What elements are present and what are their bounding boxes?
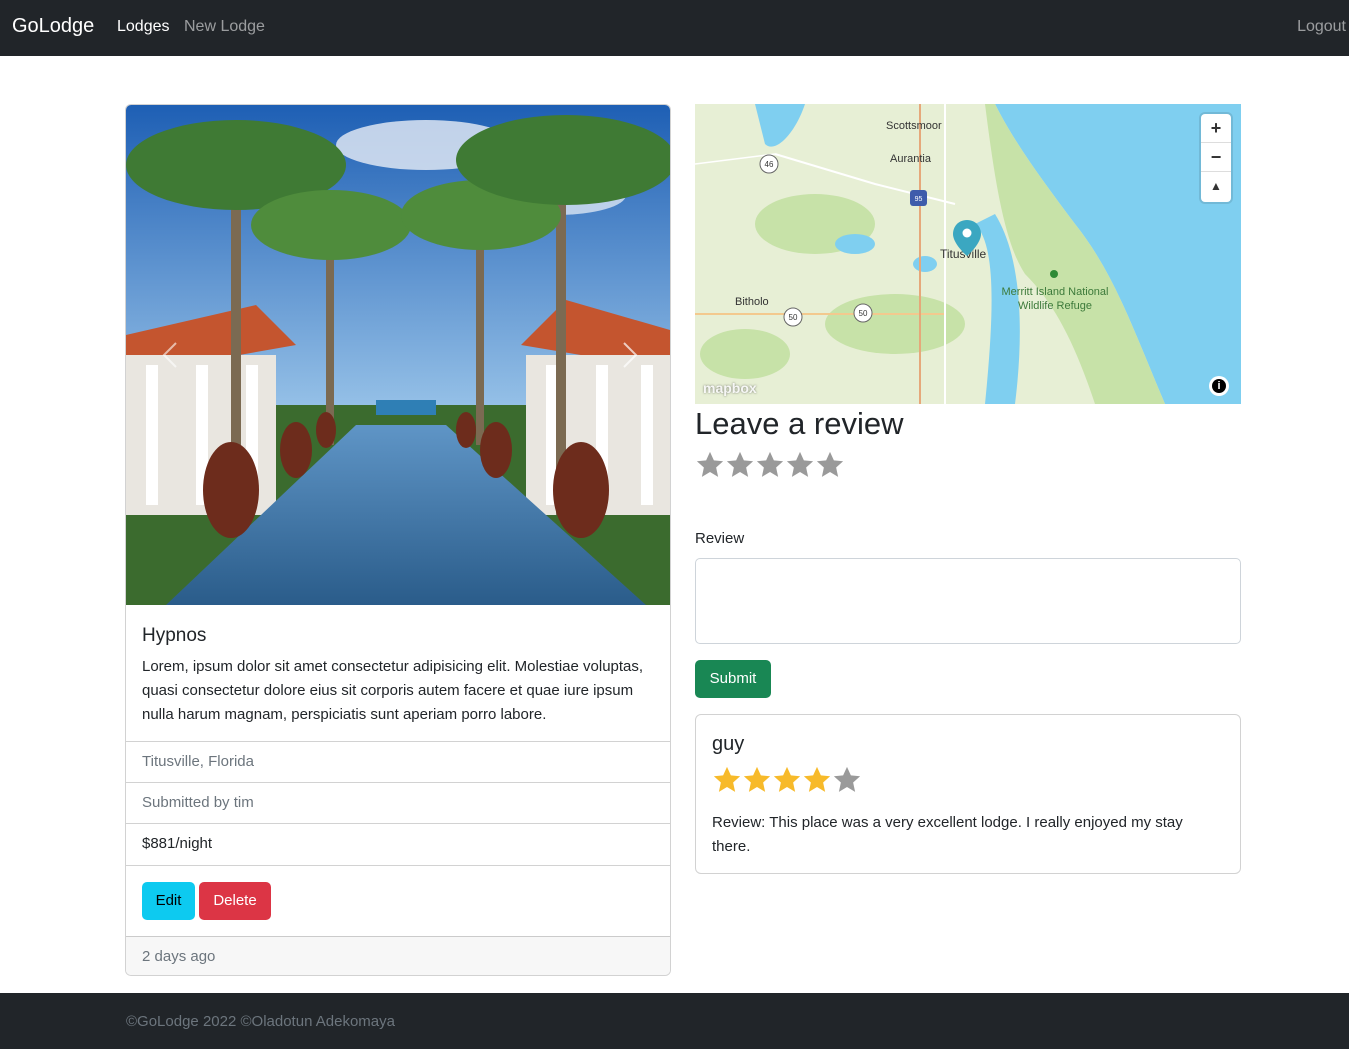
review-card: guy Review: This place was a very excell… [695,714,1241,874]
compass-button[interactable]: ▲ [1201,172,1231,201]
star-icon[interactable] [695,450,725,480]
route-50-west: 50 [789,313,798,322]
map-label-bitholo: Bitholo [735,296,769,308]
map-info-icon[interactable]: i [1209,376,1229,396]
lodge-photo [126,105,670,605]
footer: ©GoLodge 2022 ©Oladotun Adekomaya [0,993,1349,1049]
lodge-location: Titusville, Florida [126,741,670,782]
nav-link-new-lodge[interactable]: New Lodge [184,18,265,36]
route-46: 46 [765,160,774,169]
rating-input[interactable] [695,450,845,480]
lodge-card: Hypnos Lorem, ipsum dolor sit amet conse… [125,104,671,976]
info-glyph: i [1212,379,1226,393]
star-icon[interactable] [785,450,815,480]
logout-link[interactable]: Logout [1297,18,1346,36]
star-icon [833,766,861,792]
route-95: 95 [915,196,923,203]
star-icon [743,766,771,792]
mapbox-logo[interactable]: mapbox [703,380,757,396]
star-icon[interactable] [815,450,845,480]
lodge-description: Lorem, ipsum dolor sit amet consectetur … [142,658,644,723]
star-icon [803,766,831,792]
zoom-out-button[interactable]: − [1201,143,1231,172]
map[interactable]: 46 95 50 50 Scottsmoor Aurantia Titusvil… [695,104,1241,404]
map-label-merritt-1: Merritt Island National [1002,286,1109,298]
review-label: Review [695,530,745,547]
leave-review-heading: Leave a review [695,406,904,441]
review-rating [712,765,862,795]
submit-button[interactable]: Submit [695,660,771,698]
edit-button[interactable]: Edit [142,882,195,920]
nav-link-lodges[interactable]: Lodges [117,18,170,36]
action-row: Edit Delete [126,865,670,936]
posted-time: 2 days ago [126,936,670,975]
star-icon [713,766,741,792]
map-canvas[interactable]: 46 95 50 50 Scottsmoor Aurantia Titusvil… [695,104,1241,404]
map-label-merritt-2: Wildlife Refuge [1018,300,1092,312]
lodge-title: Hypnos [142,625,207,646]
map-controls: + − ▲ [1201,114,1231,202]
carousel-prev-icon[interactable] [156,339,186,371]
star-icon[interactable] [725,450,755,480]
lodge-price: $881/night [126,823,670,864]
lodge-author: Submitted by tim [126,782,670,823]
navbar: GoLodge Lodges New Lodge Logout [0,0,1349,56]
map-label-scottsmoor: Scottsmoor [886,120,942,132]
star-icon [773,766,801,792]
map-label-aurantia: Aurantia [890,153,932,165]
review-author: guy [712,733,745,755]
carousel-next-icon[interactable] [614,339,644,371]
star-icon[interactable] [755,450,785,480]
route-50-east: 50 [859,309,868,318]
review-textarea[interactable] [695,558,1241,644]
footer-copyright: ©GoLodge 2022 ©Oladotun Adekomaya [126,1013,395,1030]
zoom-in-button[interactable]: + [1201,114,1231,143]
delete-button[interactable]: Delete [199,882,271,920]
review-text: Review: This place was a very excellent … [712,814,1183,855]
brand-logo[interactable]: GoLodge [12,15,94,38]
image-carousel [126,105,670,605]
